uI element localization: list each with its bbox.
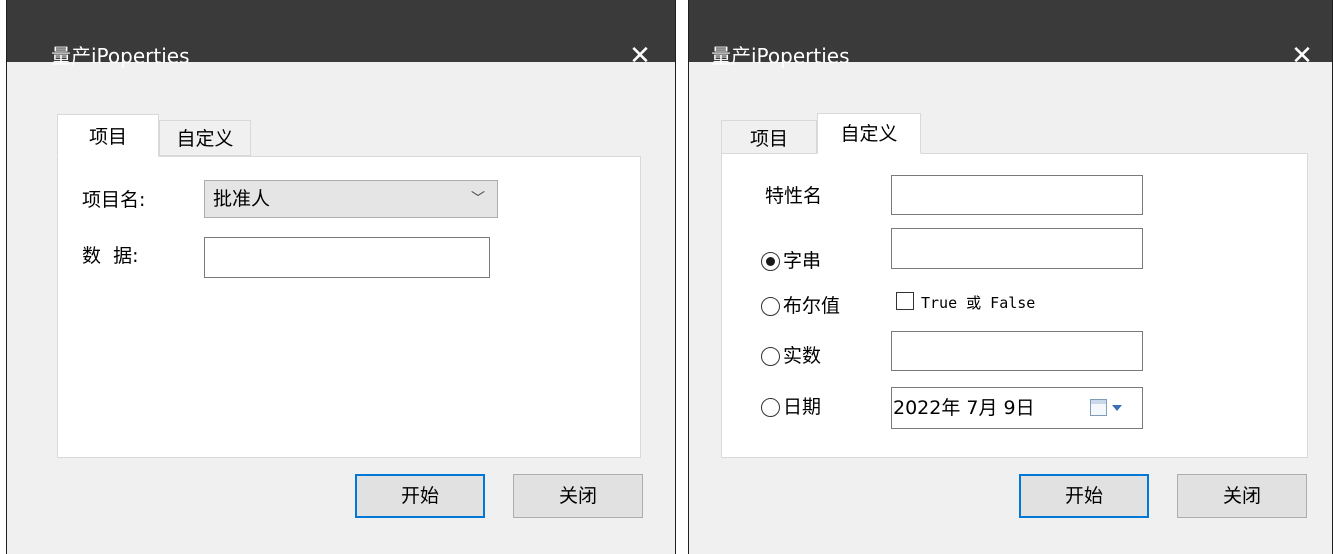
date-picker-value: 2022年 7月 9日 bbox=[893, 397, 1035, 419]
radio-boolean-label: 布尔值 bbox=[783, 295, 841, 317]
right-tab-custom[interactable]: 自定义 bbox=[817, 113, 921, 154]
radio-date[interactable] bbox=[761, 398, 780, 417]
radio-number-label: 实数 bbox=[783, 345, 822, 367]
left-dialog-close-icon[interactable]: ✕ bbox=[627, 43, 653, 69]
date-picker[interactable]: 2022年 7月 9日 bbox=[891, 387, 1143, 429]
right-dialog-titlebar: 量产iPoperties ✕ bbox=[689, 0, 1332, 69]
left-dialog-window: 量产iPoperties ✕ 自定义 项目 项目名: 批准人 ﹀ 数 据: 开始… bbox=[6, 0, 676, 554]
data-input[interactable] bbox=[204, 237, 490, 278]
radio-number[interactable] bbox=[761, 347, 780, 366]
property-name-input[interactable] bbox=[891, 175, 1143, 215]
item-name-select-value: 批准人 bbox=[213, 188, 271, 210]
dropdown-arrow-icon[interactable] bbox=[1112, 405, 1122, 411]
right-close-button[interactable]: 关闭 bbox=[1177, 474, 1307, 518]
radio-string-label: 字串 bbox=[783, 250, 822, 272]
item-name-select[interactable]: 批准人 ﹀ bbox=[204, 180, 498, 218]
boolean-checkbox[interactable] bbox=[896, 292, 914, 310]
string-input[interactable] bbox=[891, 228, 1143, 269]
right-start-button[interactable]: 开始 bbox=[1019, 474, 1149, 518]
left-start-button[interactable]: 开始 bbox=[355, 474, 485, 518]
data-label: 数 据: bbox=[82, 245, 139, 267]
number-input[interactable] bbox=[891, 331, 1143, 371]
chevron-down-icon: ﹀ bbox=[471, 191, 485, 207]
right-dialog-title: 量产iPoperties bbox=[711, 44, 850, 68]
calendar-icon[interactable] bbox=[1090, 399, 1107, 416]
right-tab-item[interactable]: 项目 bbox=[721, 120, 817, 155]
property-name-label: 特性名 bbox=[765, 185, 823, 207]
left-dialog-titlebar: 量产iPoperties ✕ bbox=[7, 0, 675, 69]
radio-boolean[interactable] bbox=[761, 297, 780, 316]
boolean-checkbox-label: True 或 False bbox=[921, 294, 1036, 312]
right-dialog-close-icon[interactable]: ✕ bbox=[1289, 43, 1315, 69]
radio-string[interactable] bbox=[761, 252, 780, 271]
left-close-button[interactable]: 关闭 bbox=[513, 474, 643, 518]
right-dialog-window: 量产iPoperties ✕ 项目 自定义 特性名 字串 布尔值 True 或 … bbox=[688, 0, 1333, 554]
left-tab-custom[interactable]: 自定义 bbox=[159, 120, 251, 156]
left-dialog-title: 量产iPoperties bbox=[51, 44, 190, 68]
radio-date-label: 日期 bbox=[783, 396, 822, 418]
left-tab-item[interactable]: 项目 bbox=[57, 114, 159, 157]
item-name-label: 项目名: bbox=[82, 189, 146, 211]
